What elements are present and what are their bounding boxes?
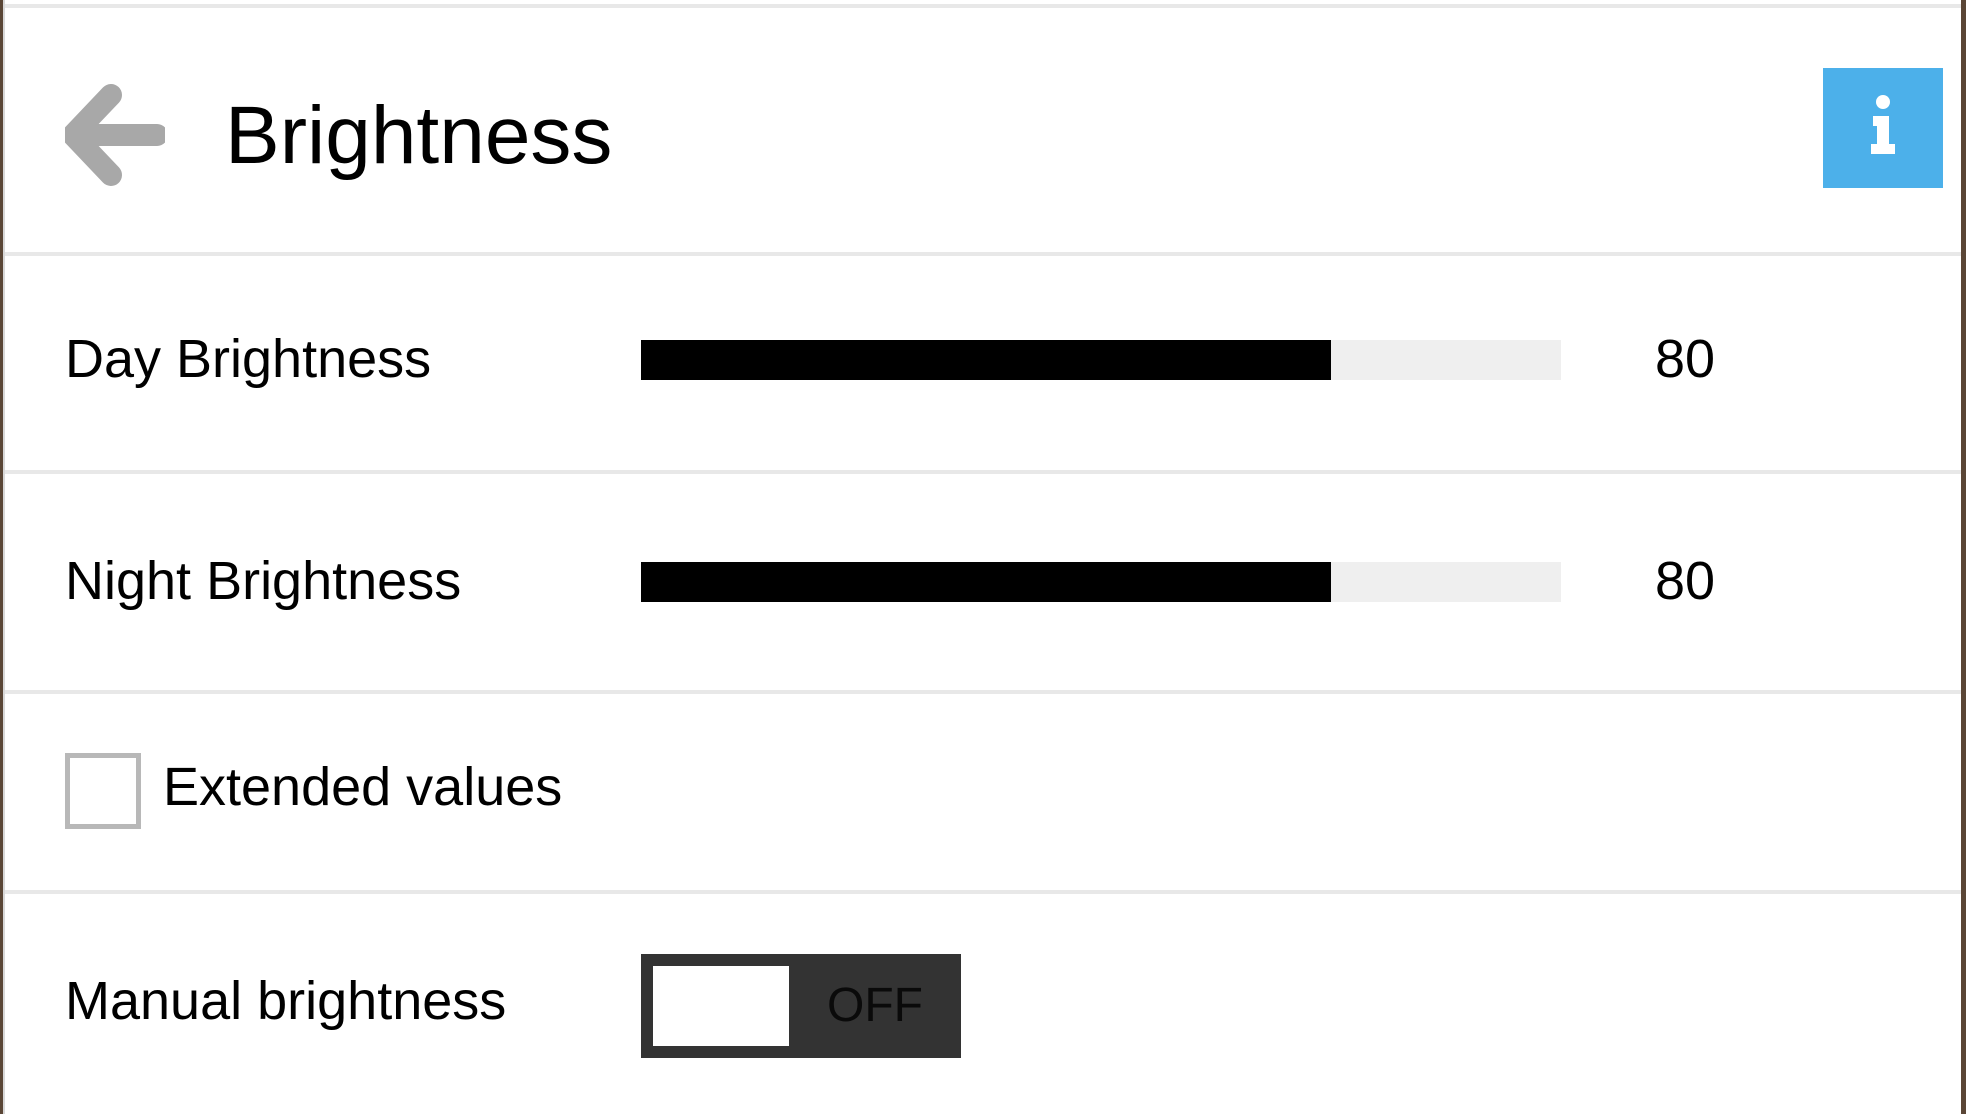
brightness-panel: Brightness Day Brightness 80 Night Brigh…: [3, 0, 1961, 1114]
night-brightness-label: Night Brightness: [65, 551, 462, 611]
manual-brightness-label: Manual brightness: [65, 971, 507, 1031]
toggle-knob: [653, 966, 789, 1046]
extended-values-checkbox[interactable]: [65, 753, 141, 829]
day-brightness-slider[interactable]: [641, 340, 1561, 380]
header: Brightness: [5, 8, 1961, 256]
night-brightness-row: Night Brightness 80: [5, 474, 1961, 694]
day-brightness-row: Day Brightness 80: [5, 252, 1961, 474]
back-button[interactable]: [62, 83, 168, 188]
info-icon: [1871, 95, 1895, 154]
extended-values-label[interactable]: Extended values: [163, 756, 562, 818]
night-brightness-value: 80: [1655, 551, 1716, 611]
info-button[interactable]: [1823, 68, 1943, 188]
toggle-state-label: OFF: [827, 979, 923, 1032]
day-brightness-fill: [641, 340, 1331, 380]
day-brightness-value: 80: [1655, 329, 1716, 389]
page-title: Brightness: [225, 90, 613, 181]
extended-values-row: Extended values: [5, 694, 1961, 894]
manual-brightness-row: Manual brightness OFF: [5, 894, 1961, 1114]
night-brightness-slider[interactable]: [641, 562, 1561, 602]
night-brightness-fill: [641, 562, 1331, 602]
day-brightness-label: Day Brightness: [65, 329, 432, 389]
manual-brightness-toggle[interactable]: OFF: [641, 954, 961, 1058]
back-arrow-icon: [62, 84, 168, 186]
